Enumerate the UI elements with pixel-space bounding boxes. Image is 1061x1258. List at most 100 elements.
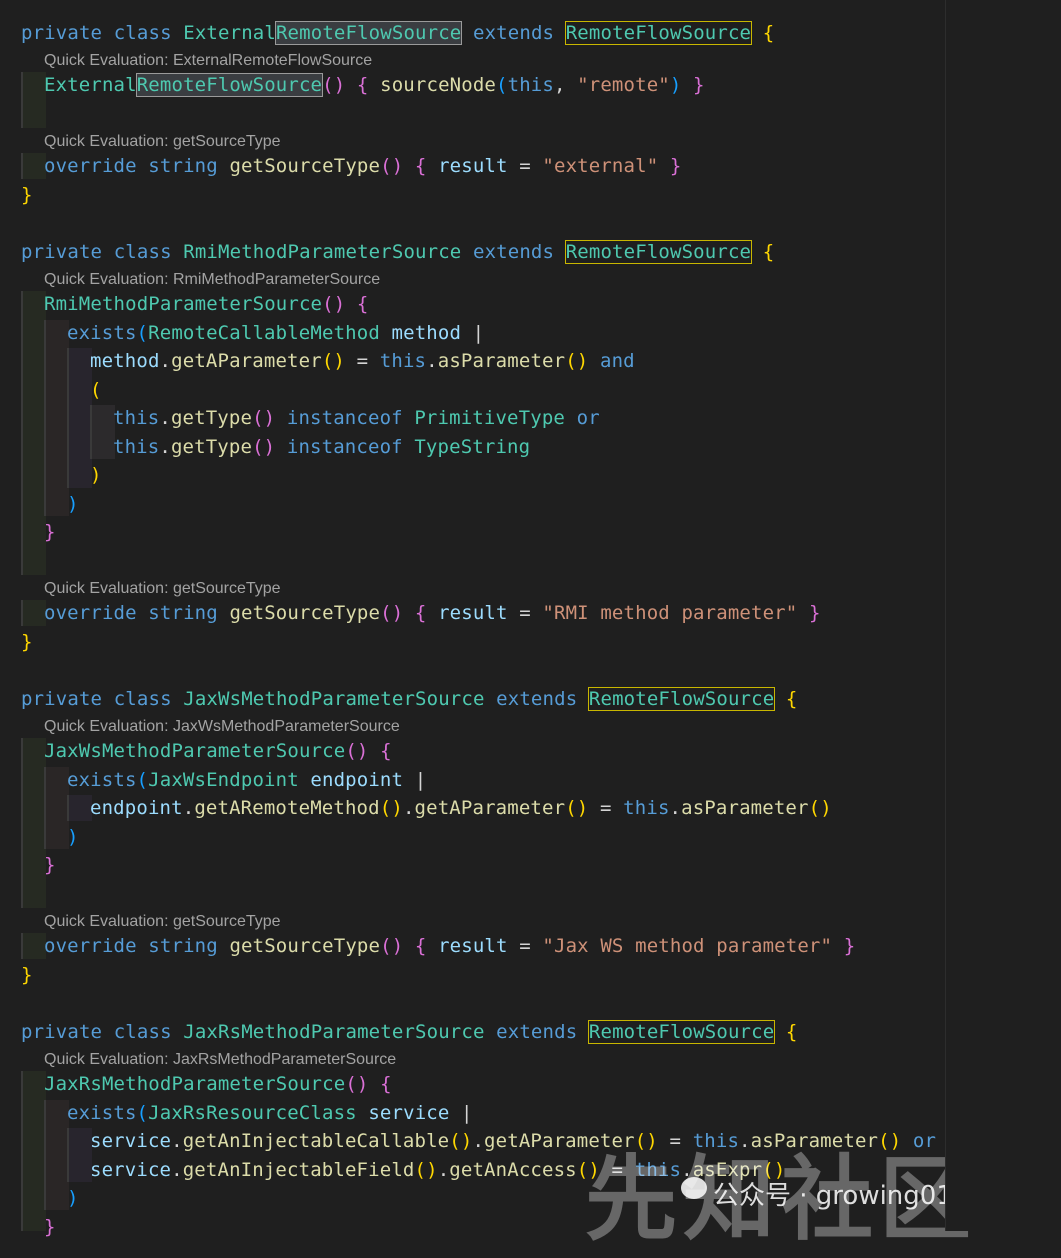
code-token: getAParameter (484, 1130, 635, 1152)
codelens-quick-evaluation[interactable]: Quick Evaluation: JaxWsMethodParameterSo… (44, 717, 400, 737)
code-token: () (762, 1159, 786, 1181)
code-token: () (252, 407, 276, 429)
codelens-quick-evaluation[interactable]: Quick Evaluation: getSourceType (44, 132, 281, 152)
code-line[interactable]: override string getSourceType() { result… (44, 600, 821, 626)
code-token: . (681, 1159, 693, 1181)
code-line[interactable]: } (44, 852, 56, 878)
code-token: exists (67, 769, 137, 791)
code-token: this (634, 1159, 682, 1181)
indent-guide (21, 600, 46, 626)
code-line[interactable]: private class RmiMethodParameterSource e… (21, 239, 774, 265)
code-token: this (623, 797, 670, 819)
code-line[interactable]: endpoint.getARemoteMethod().getAParamete… (90, 795, 832, 821)
code-token: service (90, 1159, 172, 1181)
code-token: } (21, 631, 33, 653)
code-token: } (832, 935, 856, 957)
code-line[interactable]: ( (90, 377, 102, 403)
indent-guide (44, 320, 69, 516)
indent-guide (21, 1071, 46, 1231)
code-line[interactable]: private class JaxRsMethodParameterSource… (21, 1019, 798, 1045)
code-line[interactable]: } (44, 519, 56, 545)
code-token: = (507, 935, 543, 957)
code-token: instanceof (275, 436, 415, 458)
code-line[interactable]: ) (67, 1185, 79, 1211)
code-token: { (774, 688, 798, 710)
code-token: getSourceType (229, 602, 381, 624)
code-line[interactable]: private class ExternalRemoteFlowSource e… (21, 20, 774, 46)
code-token: JaxWsEndpoint (148, 769, 299, 791)
code-line[interactable]: service.getAnInjectableField().getAnAcce… (90, 1157, 785, 1183)
code-token: { (751, 241, 775, 263)
code-token: this (692, 1130, 740, 1152)
code-token: getAnInjectableField (182, 1159, 415, 1181)
code-editor[interactable]: private class ExternalRemoteFlowSource e… (0, 0, 986, 1253)
code-token: () (321, 350, 345, 372)
codelens-quick-evaluation[interactable]: Quick Evaluation: getSourceType (44, 579, 281, 599)
code-token: } (44, 521, 56, 543)
code-token: JaxWsMethodParameterSource (183, 688, 485, 710)
code-line[interactable]: this.getType() instanceof PrimitiveType … (113, 405, 600, 431)
code-token: asParameter (750, 1130, 879, 1152)
code-line[interactable]: ) (67, 491, 79, 517)
code-line[interactable]: ) (90, 462, 102, 488)
code-token: getAnInjectableCallable (182, 1130, 450, 1152)
code-line[interactable]: service.getAnInjectableCallable().getAPa… (90, 1128, 936, 1154)
code-line[interactable]: ExternalRemoteFlowSource() { sourceNode(… (44, 72, 705, 98)
code-line[interactable]: RmiMethodParameterSource() { (44, 291, 369, 317)
code-token: () (449, 1130, 473, 1152)
code-line[interactable]: override string getSourceType() { result… (44, 933, 855, 959)
codelens-quick-evaluation[interactable]: Quick Evaluation: getSourceType (44, 912, 281, 932)
code-token: | (403, 769, 427, 791)
code-line[interactable]: } (21, 629, 33, 655)
code-token: asParameter (437, 350, 566, 372)
code-token: = (345, 350, 380, 372)
code-line[interactable]: exists(JaxRsResourceClass service | (67, 1100, 473, 1126)
code-token: service (90, 1130, 172, 1152)
minimap[interactable] (946, 0, 1061, 1231)
code-token: ) (67, 826, 79, 848)
code-token: } (21, 184, 33, 206)
code-token: getAParameter (414, 797, 566, 819)
code-line[interactable]: private class JaxWsMethodParameterSource… (21, 686, 798, 712)
code-token: } (681, 74, 705, 96)
code-line[interactable]: override string getSourceType() { result… (44, 153, 681, 179)
code-token: . (159, 407, 171, 429)
code-token: . (739, 1130, 751, 1152)
codelens-quick-evaluation[interactable]: Quick Evaluation: ExternalRemoteFlowSour… (44, 51, 372, 71)
indent-guide (21, 291, 46, 575)
code-line[interactable]: exists(JaxWsEndpoint endpoint | (67, 767, 426, 793)
code-token: () (345, 1073, 369, 1095)
code-line[interactable]: this.getType() instanceof TypeString (113, 434, 530, 460)
codelens-quick-evaluation[interactable]: Quick Evaluation: JaxRsMethodParameterSo… (44, 1050, 396, 1070)
indent-guide (21, 738, 46, 908)
code-line[interactable]: JaxRsMethodParameterSource() { (44, 1071, 392, 1097)
code-token: { (345, 74, 369, 96)
code-token: () (380, 935, 404, 957)
code-line[interactable]: exists(RemoteCallableMethod method | (67, 320, 484, 346)
indent-guide (67, 795, 92, 821)
code-token: service (356, 1102, 450, 1124)
code-token: () (379, 797, 403, 819)
code-token: RmiMethodParameterSource (44, 293, 323, 315)
code-token: . (159, 436, 171, 458)
code-token: sourceNode (368, 74, 497, 96)
code-line[interactable]: } (44, 1214, 56, 1240)
code-token: getAnAccess (449, 1159, 577, 1181)
codelens-quick-evaluation[interactable]: Quick Evaluation: RmiMethodParameterSour… (44, 270, 380, 290)
code-token: () (345, 740, 369, 762)
code-token: getAParameter (171, 350, 322, 372)
code-token: override string (44, 602, 230, 624)
code-line[interactable]: method.getAParameter() = this.asParamete… (90, 348, 635, 374)
code-token: () (322, 293, 346, 315)
code-line[interactable]: } (21, 962, 33, 988)
code-token: ( (136, 1102, 149, 1124)
code-token: () (414, 1159, 438, 1181)
indent-guide (90, 405, 115, 459)
code-line[interactable]: ) (67, 824, 79, 850)
code-token: = (507, 602, 543, 624)
code-token: ( (496, 74, 508, 96)
code-token: RemoteCallableMethod (148, 322, 380, 344)
code-token: endpoint (90, 797, 183, 819)
code-line[interactable]: JaxWsMethodParameterSource() { (44, 738, 392, 764)
code-line[interactable]: } (21, 182, 33, 208)
